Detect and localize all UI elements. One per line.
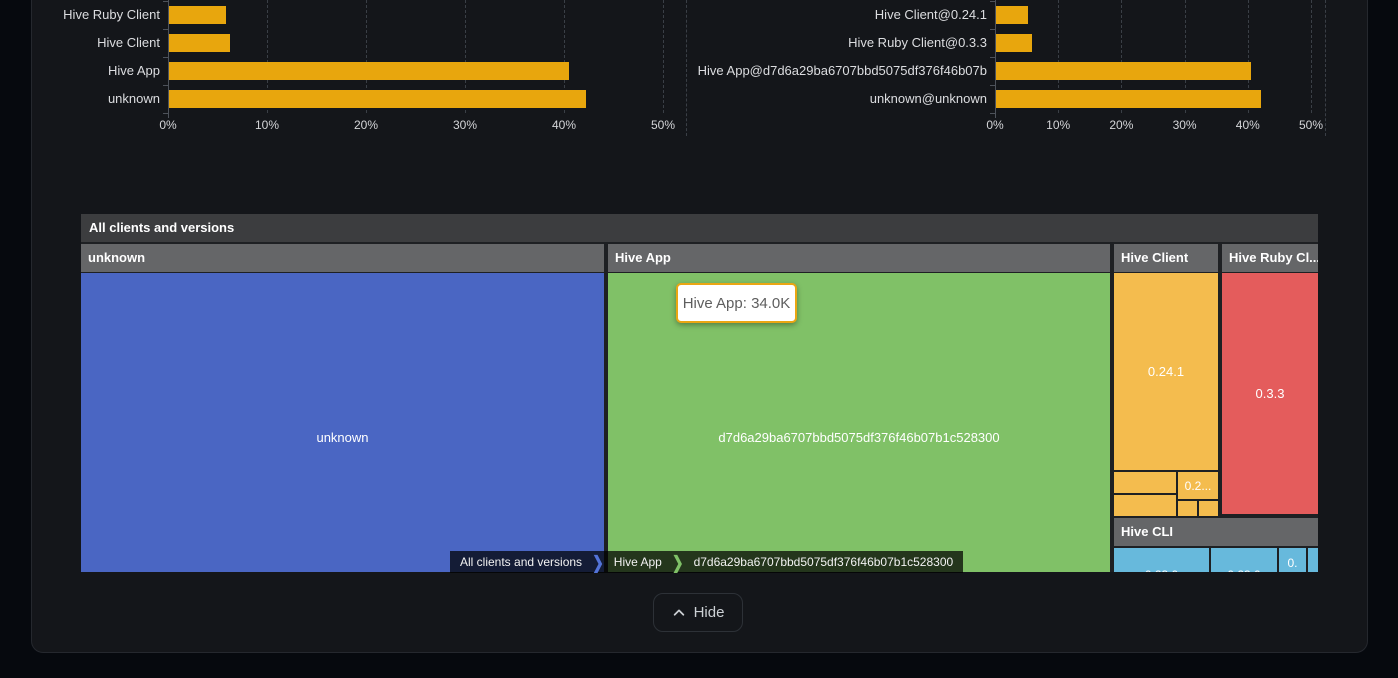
treemap-header-unknown[interactable]: unknown xyxy=(81,244,604,272)
treemap-cell-unknown[interactable]: unknown xyxy=(81,273,604,572)
value-bar[interactable] xyxy=(996,6,1028,24)
treemap-cell-hive-client-tiny-1[interactable] xyxy=(1178,501,1197,516)
gridline xyxy=(1311,0,1312,113)
value-bar[interactable] xyxy=(996,90,1261,108)
treemap-cell-hive-cli-4[interactable] xyxy=(1308,548,1318,572)
breadcrumb-item-version-hash[interactable]: d7d6a29ba6707bbd5075df376f46b07b1c528300 xyxy=(684,551,964,573)
x-tick-label: 20% xyxy=(1099,118,1143,132)
x-tick-label: 40% xyxy=(1226,118,1270,132)
category-axis-tick xyxy=(990,1,995,2)
treemap-cell-hive-client-small-1[interactable] xyxy=(1114,472,1176,493)
treemap-cell-hive-cli-1[interactable]: 0.23.0 xyxy=(1114,548,1209,572)
treemap-cell-hive-client-02[interactable]: 0.2... xyxy=(1178,472,1218,499)
treemap-header-hive-app[interactable]: Hive App xyxy=(608,244,1110,272)
chart-client-versions: 0% 10% 20% 30% 40% 50% Hive Client@0.24.1 Hive … xyxy=(0,0,1398,140)
treemap-cell-hive-client-small-2[interactable] xyxy=(1114,495,1176,516)
category-axis-tick xyxy=(990,29,995,30)
treemap: All clients and versions unknown unknown… xyxy=(81,214,1318,572)
treemap-header-hive-ruby-client[interactable]: Hive Ruby Cl... xyxy=(1222,244,1318,272)
treemap-title-bar[interactable]: All clients and versions xyxy=(81,214,1318,242)
hide-button[interactable]: Hide xyxy=(653,593,743,632)
treemap-header-hive-client[interactable]: Hive Client xyxy=(1114,244,1218,272)
x-tick-label: 50% xyxy=(1289,118,1333,132)
breadcrumb-item-hive-app[interactable]: Hive App xyxy=(604,551,672,573)
breadcrumb: All clients and versions ❯ Hive App ❯ d7… xyxy=(450,551,963,573)
treemap-cell-hive-cli-2[interactable]: 0.23.0 xyxy=(1211,548,1277,572)
category-axis-tick xyxy=(990,57,995,58)
chevron-right-icon: ❯ xyxy=(672,548,684,576)
x-tick-label: 30% xyxy=(1163,118,1207,132)
value-bar[interactable] xyxy=(996,34,1032,52)
value-bar[interactable] xyxy=(996,62,1251,80)
chevron-right-icon: ❯ xyxy=(592,548,604,576)
breadcrumb-item-all-clients[interactable]: All clients and versions xyxy=(450,551,592,573)
hide-button-label: Hide xyxy=(694,604,725,621)
value-axis-tick xyxy=(995,113,996,118)
treemap-title: All clients and versions xyxy=(89,220,234,235)
tooltip-text: Hive App: 34.0K xyxy=(683,295,791,312)
category-label: Hive App@d7d6a29ba6707bbd5075df376f46b07… xyxy=(698,63,987,79)
x-tick-label: 0% xyxy=(973,118,1017,132)
category-label: unknown@unknown xyxy=(870,91,987,107)
treemap-header-hive-cli[interactable]: Hive CLI xyxy=(1114,518,1318,546)
tooltip: Hive App: 34.0K xyxy=(676,283,797,323)
plot-edge-gridline xyxy=(1325,0,1326,136)
category-axis-tick xyxy=(990,85,995,86)
treemap-cell-hive-cli-3[interactable]: 0. xyxy=(1279,548,1306,572)
category-label: Hive Client@0.24.1 xyxy=(875,7,987,23)
x-tick-label: 10% xyxy=(1036,118,1080,132)
treemap-cell-hive-client-tiny-2[interactable] xyxy=(1199,501,1218,516)
chevron-up-icon xyxy=(672,606,686,620)
category-label: Hive Ruby Client@0.3.3 xyxy=(848,35,987,51)
treemap-cell-hive-ruby-033[interactable]: 0.3.3 xyxy=(1222,273,1318,514)
treemap-cell-hive-client-0241[interactable]: 0.24.1 xyxy=(1114,273,1218,470)
